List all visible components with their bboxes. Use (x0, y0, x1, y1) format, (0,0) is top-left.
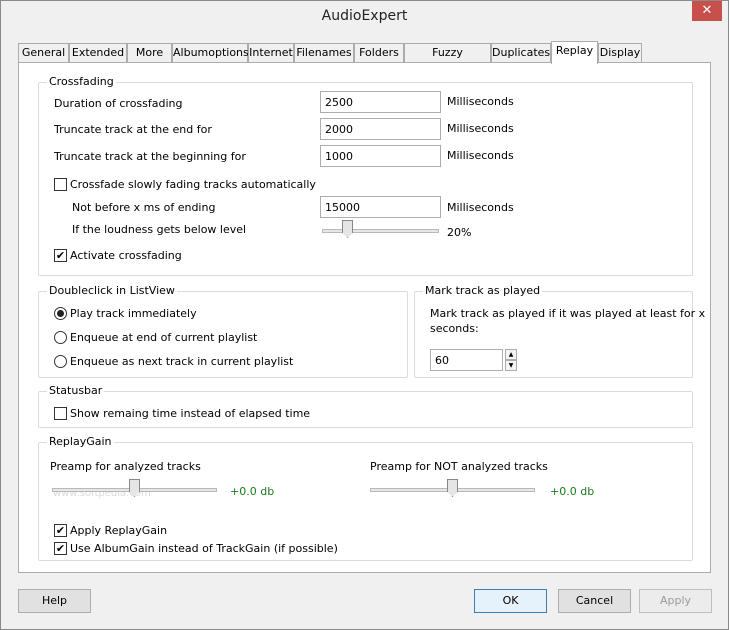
preamp-not-analyzed-slider[interactable] (370, 479, 535, 501)
title-bar: AudioExpert ✕ (1, 1, 728, 32)
replaygain-group: ReplayGain Preamp for analyzed tracks ww… (38, 435, 693, 561)
spin-down-icon[interactable]: ▼ (505, 360, 517, 371)
doubleclick-group: Doubleclick in ListView Play track immed… (38, 284, 408, 378)
tab-more[interactable]: More (127, 43, 172, 63)
mark-played-seconds-input[interactable] (430, 349, 503, 371)
settings-window: AudioExpert ✕ General Extended More Albu… (0, 0, 729, 630)
activate-crossfading-label: Activate crossfading (70, 249, 182, 262)
loudness-value: 20% (447, 226, 472, 239)
album-gain-label: Use AlbumGain instead of TrackGain (if p… (70, 542, 338, 555)
slow-fade-label: Crossfade slowly fading tracks automatic… (70, 178, 316, 191)
tab-internet[interactable]: Internet (248, 43, 294, 63)
radio-enqueue-end-label: Enqueue at end of current playlist (70, 331, 258, 344)
statusbar-group-label: Statusbar (47, 384, 105, 397)
truncate-begin-input[interactable] (320, 145, 441, 167)
statusbar-group: Statusbar Show remaing time instead of e… (38, 384, 693, 428)
radio-enqueue-next-label: Enqueue as next track in current playlis… (70, 355, 294, 368)
not-before-label: Not before x ms of ending (72, 201, 216, 214)
preamp-not-analyzed-value: +0.0 db (550, 485, 595, 498)
tab-folders[interactable]: Folders (354, 43, 404, 63)
activate-crossfading-checkbox[interactable]: ✔ (54, 249, 67, 262)
replaygain-group-label: ReplayGain (47, 435, 114, 448)
show-remaining-checkbox[interactable] (54, 407, 67, 420)
apply-replaygain-label: Apply ReplayGain (70, 524, 168, 537)
mark-played-description-line2: seconds: (430, 322, 479, 335)
tab-replay[interactable]: Replay (551, 41, 598, 64)
mark-played-description-line1: Mark track as played if it was played at… (430, 307, 706, 320)
spin-up-icon[interactable]: ▲ (505, 349, 517, 360)
mark-played-group-label: Mark track as played (423, 284, 543, 297)
not-before-unit: Milliseconds (447, 201, 514, 214)
tab-general[interactable]: General (18, 43, 69, 63)
preamp-analyzed-slider-thumb[interactable] (129, 479, 140, 497)
help-button[interactable]: Help (18, 589, 91, 613)
show-remaining-label: Show remaing time instead of elapsed tim… (70, 407, 311, 420)
tab-extended[interactable]: Extended (69, 43, 127, 63)
apply-button[interactable]: Apply (639, 589, 712, 613)
loudness-label: If the loudness gets below level (72, 223, 247, 236)
preamp-analyzed-value: +0.0 db (230, 485, 275, 498)
truncate-begin-unit: Milliseconds (447, 149, 514, 162)
ok-button[interactable]: OK (474, 589, 547, 613)
tab-albumoptions[interactable]: Albumoptions (172, 43, 249, 63)
truncate-end-input[interactable] (320, 118, 441, 140)
crossfading-group: Crossfading Duration of crossfading Mill… (38, 75, 693, 276)
album-gain-checkbox[interactable]: ✔ (54, 542, 67, 555)
window-title: AudioExpert (321, 8, 408, 24)
loudness-slider-thumb[interactable] (342, 220, 353, 238)
tab-filenames[interactable]: Filenames (294, 43, 354, 63)
truncate-begin-label: Truncate track at the beginning for (54, 150, 246, 163)
duration-unit: Milliseconds (447, 95, 514, 108)
preamp-not-analyzed-label: Preamp for NOT analyzed tracks (370, 460, 548, 473)
loudness-slider-track (322, 229, 439, 233)
slow-fade-checkbox[interactable] (54, 178, 67, 191)
mark-played-group: Mark track as played Mark track as playe… (414, 284, 705, 378)
preamp-not-analyzed-slider-thumb[interactable] (447, 479, 458, 497)
loudness-slider[interactable] (322, 220, 439, 242)
preamp-analyzed-label: Preamp for analyzed tracks (50, 460, 201, 473)
replay-tab-panel: Crossfading Duration of crossfading Mill… (18, 62, 711, 573)
radio-play-immediately-label: Play track immediately (70, 307, 197, 320)
truncate-end-unit: Milliseconds (447, 122, 514, 135)
tab-display[interactable]: Display (598, 43, 642, 63)
doubleclick-group-label: Doubleclick in ListView (47, 284, 177, 297)
mark-played-spinner[interactable]: ▲ ▼ (505, 349, 517, 371)
duration-label: Duration of crossfading (54, 97, 183, 110)
duration-input[interactable] (320, 91, 441, 113)
close-icon[interactable]: ✕ (692, 1, 722, 21)
truncate-end-label: Truncate track at the end for (54, 123, 212, 136)
not-before-input[interactable] (320, 196, 441, 218)
cancel-button[interactable]: Cancel (558, 589, 631, 613)
radio-enqueue-next[interactable] (54, 355, 67, 368)
tab-duplicates[interactable]: Duplicates (491, 43, 551, 63)
apply-replaygain-checkbox[interactable]: ✔ (54, 524, 67, 537)
preamp-analyzed-slider[interactable] (52, 479, 217, 501)
tab-fuzzy-matching[interactable]: Fuzzy matching (404, 43, 491, 77)
radio-play-immediately[interactable] (54, 307, 67, 320)
crossfading-group-label: Crossfading (47, 75, 116, 88)
radio-enqueue-end[interactable] (54, 331, 67, 344)
